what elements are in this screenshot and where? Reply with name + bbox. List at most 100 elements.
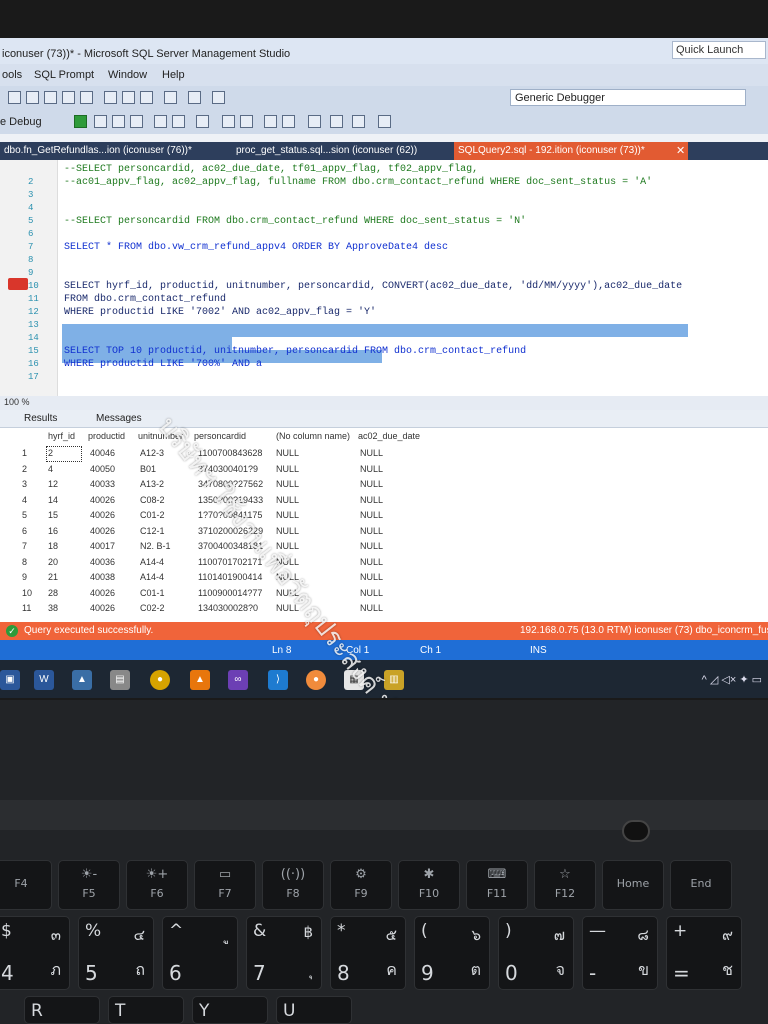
table-cell[interactable]: 40026 [90, 526, 115, 536]
breakpoint-marker[interactable] [8, 278, 28, 290]
comment-icon[interactable] [222, 115, 235, 128]
app-icon[interactable]: ▲ [72, 670, 92, 690]
close-tab-icon[interactable]: ✕ [676, 144, 685, 157]
paste-icon[interactable] [140, 91, 153, 104]
table-row[interactable]: 11 38 40026 C02-2 1340300028?0 NULL NULL [0, 601, 430, 617]
table-row[interactable]: 7 18 40017 N2. B-1 3700400348181 NULL NULL [0, 539, 430, 555]
bookmark-icon[interactable] [330, 115, 343, 128]
table-cell[interactable]: 4 [48, 464, 53, 474]
results-to-grid-icon[interactable] [112, 115, 125, 128]
intellisense-icon[interactable] [196, 115, 209, 128]
tab-messages[interactable]: Messages [96, 413, 142, 424]
menu-sql-prompt[interactable]: SQL Prompt [34, 69, 94, 81]
table-cell[interactable]: 40046 [90, 448, 115, 458]
app-icon[interactable]: ● [306, 670, 326, 690]
table-row[interactable]: 9 21 40038 A14-4 1101401900414 NULL NULL [0, 570, 430, 586]
save-all-icon[interactable] [62, 91, 75, 104]
table-cell[interactable]: 40026 [90, 603, 115, 613]
code-line[interactable]: --SELECT personcardid, ac02_due_date, tf… [64, 164, 478, 175]
table-row[interactable]: 10 28 40026 C01-1 1100900014?77 NULL NULL [0, 586, 430, 602]
table-row[interactable]: 6 16 40026 C12-1 3710200026229 NULL NULL [0, 524, 430, 540]
undo-icon[interactable] [164, 91, 177, 104]
copy-icon[interactable] [122, 91, 135, 104]
table-cell[interactable]: C12-1 [140, 526, 165, 536]
table-cell[interactable]: 28 [48, 588, 58, 598]
table-cell[interactable]: 40033 [90, 479, 115, 489]
menu-help[interactable]: Help [162, 69, 185, 81]
column-header[interactable]: productid [88, 431, 125, 441]
uncomment-icon[interactable] [240, 115, 253, 128]
table-cell[interactable]: NULL [360, 572, 383, 582]
table-row[interactable]: 8 20 40036 A14-4 1100701702171 NULL NULL [0, 555, 430, 571]
cut-icon[interactable] [104, 91, 117, 104]
menu-tools[interactable]: ools [2, 69, 22, 81]
table-cell[interactable]: A14-4 [140, 572, 164, 582]
visual-studio-icon[interactable]: ∞ [228, 670, 248, 690]
table-cell[interactable]: NULL [276, 526, 299, 536]
table-cell[interactable]: NULL [360, 588, 383, 598]
results-to-file-icon[interactable] [130, 115, 143, 128]
column-header[interactable]: (No column name) [276, 431, 350, 441]
table-cell[interactable]: 40036 [90, 557, 115, 567]
table-cell[interactable]: 40050 [90, 464, 115, 474]
include-plan-icon[interactable] [154, 115, 167, 128]
table-cell[interactable]: 1101401900414 [198, 572, 262, 582]
table-cell[interactable]: NULL [360, 526, 383, 536]
column-header[interactable]: ac02_due_date [358, 431, 420, 441]
parse-check-icon[interactable] [74, 115, 87, 128]
table-cell[interactable]: NULL [360, 557, 383, 567]
increase-indent-icon[interactable] [282, 115, 295, 128]
table-cell[interactable]: NULL [360, 448, 383, 458]
table-cell[interactable]: 16 [48, 526, 58, 536]
app-icon[interactable]: ▣ [0, 670, 20, 690]
code-line[interactable]: --SELECT personcardid FROM dbo.crm_conta… [64, 216, 526, 227]
code-line[interactable]: WHERE productid LIKE '700%' AND a [64, 359, 262, 370]
decrease-indent-icon[interactable] [264, 115, 277, 128]
zoom-level[interactable]: 100 % [0, 396, 768, 410]
table-cell[interactable]: NULL [276, 448, 299, 458]
redo-icon[interactable] [188, 91, 201, 104]
table-cell[interactable]: 20 [48, 557, 58, 567]
table-cell[interactable]: N2. B-1 [140, 541, 171, 551]
table-cell[interactable]: 40026 [90, 495, 115, 505]
table-cell[interactable]: NULL [276, 464, 299, 474]
table-cell[interactable]: C01-2 [140, 510, 165, 520]
tab-sqlquery2[interactable]: SQLQuery2.sql - 192.ition (iconuser (73)… [454, 142, 688, 160]
debugger-select[interactable]: Generic Debugger [510, 89, 746, 106]
table-cell[interactable]: A13-2 [140, 479, 164, 489]
table-cell[interactable]: NULL [276, 479, 299, 489]
tab-proc-get-status[interactable]: proc_get_status.sql...sion (iconuser (62… [232, 142, 450, 160]
table-cell[interactable]: NULL [276, 495, 299, 505]
table-cell[interactable]: 38 [48, 603, 58, 613]
table-cell[interactable]: 1100900014?77 [198, 588, 262, 598]
table-cell[interactable]: NULL [360, 510, 383, 520]
table-cell[interactable]: 15 [48, 510, 58, 520]
table-cell[interactable]: 40026 [90, 588, 115, 598]
code-line[interactable]: WHERE productid LIKE '7002' AND ac02_app… [64, 307, 376, 318]
table-cell[interactable]: 18 [48, 541, 58, 551]
format-icon[interactable] [352, 115, 365, 128]
table-cell[interactable]: 40038 [90, 572, 115, 582]
specify-values-icon[interactable] [308, 115, 321, 128]
vs-code-icon[interactable]: ⟩ [268, 670, 288, 690]
table-cell[interactable]: NULL [360, 495, 383, 505]
code-line[interactable]: FROM dbo.crm_contact_refund [64, 294, 226, 305]
code-line[interactable]: SELECT hyrf_id, productid, unitnumber, p… [64, 281, 682, 292]
table-cell[interactable]: NULL [276, 510, 299, 520]
debug-button[interactable]: e Debug [0, 116, 42, 128]
vlc-icon[interactable]: ▲ [190, 670, 210, 690]
results-to-text-icon[interactable] [94, 115, 107, 128]
table-cell[interactable]: NULL [360, 479, 383, 489]
menu-window[interactable]: Window [108, 69, 147, 81]
open-file-icon[interactable] [26, 91, 39, 104]
table-cell[interactable]: 21 [48, 572, 58, 582]
table-cell[interactable]: NULL [360, 541, 383, 551]
tab-fn-getrefund[interactable]: dbo.fn_GetRefundlas...ion (iconuser (76)… [0, 142, 230, 160]
query-editor[interactable]: --SELECT personcardid, ac02_due_date, tf… [0, 160, 768, 396]
table-cell[interactable]: NULL [360, 603, 383, 613]
system-tray[interactable]: ^ ◿ ◁× ✦ ▭ [702, 673, 762, 686]
table-cell[interactable]: 40017 [90, 541, 115, 551]
table-cell[interactable]: B01 [140, 464, 156, 474]
file-explorer-icon[interactable]: ▤ [110, 670, 130, 690]
window-layout-icon[interactable] [212, 91, 225, 104]
